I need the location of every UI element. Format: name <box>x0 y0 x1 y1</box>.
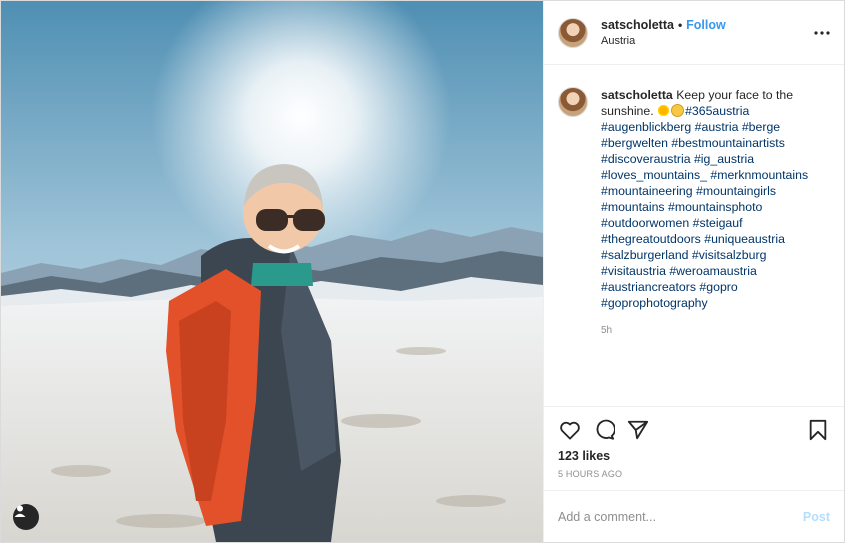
comment-box: Post <box>544 490 844 542</box>
comment-input[interactable] <box>558 509 803 524</box>
post-photo[interactable] <box>1 1 543 542</box>
post-actions: 123 likes 5 HOURS AGO <box>544 406 844 490</box>
header-text: satscholetta • Follow Austria <box>601 17 814 49</box>
post-details-panel: satscholetta • Follow Austria satscholet… <box>543 1 844 542</box>
caption-hashtags[interactable]: #365austria #augenblickberg #austria #be… <box>601 104 808 310</box>
post-location[interactable]: Austria <box>601 33 814 49</box>
user-tag-icon[interactable] <box>13 504 39 530</box>
share-icon[interactable] <box>626 418 650 442</box>
caption-username[interactable]: satscholetta <box>601 88 673 102</box>
comment-icon[interactable] <box>592 418 616 442</box>
caption-time: 5h <box>601 325 613 336</box>
heart-icon[interactable] <box>558 418 582 442</box>
follow-button[interactable]: Follow <box>686 17 726 33</box>
author-username[interactable]: satscholetta <box>601 17 674 33</box>
likes-count[interactable]: 123 likes <box>558 449 830 463</box>
instagram-post: satscholetta • Follow Austria satscholet… <box>0 0 845 543</box>
caption-avatar[interactable] <box>558 87 588 117</box>
more-options-icon[interactable] <box>814 25 830 41</box>
sun-emoji <box>657 104 671 117</box>
bookmark-icon[interactable] <box>806 418 830 442</box>
post-timestamp[interactable]: 5 HOURS AGO <box>558 469 830 479</box>
post-header: satscholetta • Follow Austria <box>544 1 844 65</box>
caption-area: satscholetta Keep your face to the sunsh… <box>544 65 844 406</box>
mountain-selfie-image <box>1 1 543 542</box>
post-comment-button[interactable]: Post <box>803 510 830 524</box>
header-separator: • <box>677 17 683 32</box>
post-caption: satscholetta Keep your face to the sunsh… <box>601 87 821 406</box>
smiling-face-emoji <box>671 104 685 117</box>
author-avatar[interactable] <box>558 17 588 48</box>
